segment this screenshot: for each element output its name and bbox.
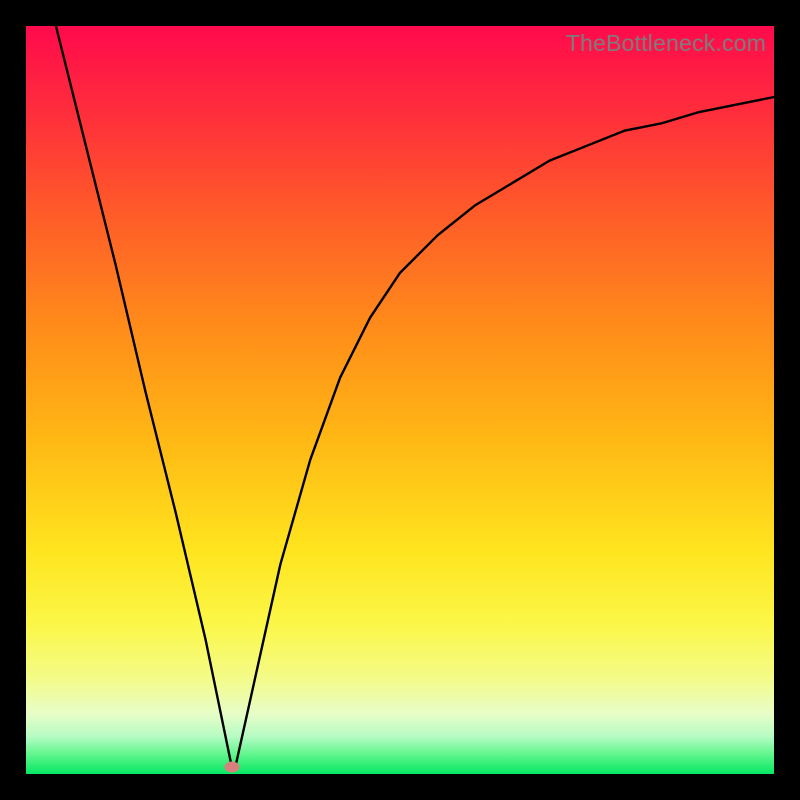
optimal-point-marker	[224, 761, 239, 772]
plot-area: TheBottleneck.com	[26, 26, 774, 774]
bottleneck-curve	[26, 26, 774, 774]
chart-container: TheBottleneck.com	[0, 0, 800, 800]
